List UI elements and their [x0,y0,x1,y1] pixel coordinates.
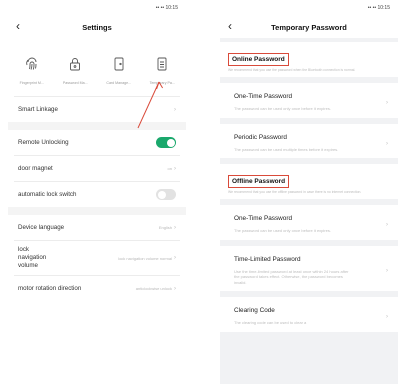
offline-password-desc: We recommend that you use the offline pa… [228,190,362,194]
remote-unlocking-toggle[interactable] [156,137,176,148]
chevron-right-icon: › [386,140,388,147]
offline-clearing-code[interactable]: Clearing Code The clearing code can be u… [220,297,398,332]
chevron-right-icon: › [174,255,176,261]
card-title: Clearing Code [234,307,275,314]
section-spacer [8,207,186,215]
feature-label: Temporary Pa... [149,81,175,85]
chevron-right-icon: › [174,165,176,172]
feature-password[interactable]: Password Ma... [54,56,96,96]
chevron-right-icon: › [174,224,176,231]
chevron-right-icon: › [386,222,388,229]
card-icon [114,57,124,71]
card-desc: Use the time-limited password at least o… [234,268,349,285]
card-title: Time-Limited Password [234,255,301,263]
card-title: One-Time Password [234,93,293,100]
feature-fingerprint[interactable]: Fingerprint M... [11,56,53,96]
row-smart-linkage[interactable]: Smart Linkage › [8,97,186,122]
card-desc: The password can be used multiple times … [234,146,339,152]
offline-one-time-password[interactable]: One-Time Password The password can be us… [220,205,398,240]
temporary-password-icon [157,57,167,71]
chevron-right-icon: › [386,314,388,321]
temp-password-navbar: ‹ Temporary Password [220,16,398,38]
online-one-time-password[interactable]: One-Time Password The password can be us… [220,83,398,118]
online-password-heading: Online Password [228,53,289,66]
row-automatic-lock-switch: automatic lock switch [8,182,186,207]
section-spacer [8,122,186,130]
row-remote-unlocking: Remote Unlocking [8,130,186,155]
page-title: Settings [82,22,112,32]
feature-card[interactable]: Card Manage... [98,56,140,96]
offline-time-limited-password[interactable]: Time-Limited Password Use the time-limit… [220,245,398,291]
row-label: lock navigation volume [18,246,47,269]
online-periodic-password[interactable]: Periodic Password The password can be us… [220,123,398,158]
row-value: English [158,225,172,230]
feature-label: Fingerprint M... [19,81,44,85]
offline-password-section: Offline Password We recommend that you u… [220,164,398,199]
chevron-right-icon: › [174,285,176,292]
card-desc: The password can be used only once befor… [234,228,331,233]
status-bar: •• •• 10:15 [220,0,398,16]
feature-temporary-password[interactable]: Temporary Pa... [141,56,183,96]
row-label: motor rotation direction [18,285,82,292]
row-label: automatic lock switch [18,191,77,198]
page-title: Temporary Password [271,22,347,32]
row-device-language[interactable]: Device language English › [8,215,186,240]
row-motor-rotation-direction[interactable]: motor rotation direction anticlockwise u… [8,276,186,301]
toggle-knob [166,138,175,147]
feature-label: Card Manage... [106,81,132,85]
feature-label: Password Ma... [62,81,88,85]
status-bar: •• •• 10:15 [8,0,186,16]
row-value: lock navigation volume normal [118,255,172,261]
status-text: •• •• 10:15 [155,5,178,11]
card-desc: The clearing code can be used to clear a [234,320,307,325]
fingerprint-icon [26,57,37,70]
chevron-left-icon[interactable]: ‹ [228,20,232,32]
offline-password-heading: Offline Password [228,175,290,188]
row-lock-navigation-volume[interactable]: lock navigation volume lock navigation v… [8,241,186,275]
settings-screen: •• •• 10:15 ‹ Settings Fingerprint M... … [8,0,186,384]
settings-navbar: ‹ Settings [8,16,186,38]
temporary-password-screen: •• •• 10:15 ‹ Temporary Password Online … [220,0,398,384]
automatic-lock-toggle[interactable] [156,189,176,200]
row-label: door magnet [18,165,53,172]
chevron-left-icon[interactable]: ‹ [16,20,20,32]
status-text: •• •• 10:15 [367,5,390,11]
row-door-magnet[interactable]: door magnet on › [8,156,186,181]
chevron-right-icon: › [386,100,388,107]
row-label: Device language [18,224,65,231]
card-title: One-Time Password [234,215,293,222]
toggle-knob [157,190,166,199]
chevron-right-icon: › [386,268,388,275]
row-label: Smart Linkage [18,106,58,113]
row-value: on [167,166,172,171]
row-value: anticlockwise unlock [135,286,172,291]
card-desc: The password can be used only once befor… [234,106,331,111]
card-title: Periodic Password [234,133,287,141]
online-password-section: Online Password We recommend that you us… [220,42,398,77]
password-lock-icon [70,58,81,71]
row-label: Remote Unlocking [18,139,69,146]
chevron-right-icon: › [174,106,176,113]
online-password-desc: We recommend that you use the password w… [228,68,356,72]
feature-icons-row: Fingerprint M... Password Ma... Card Man… [8,38,186,96]
